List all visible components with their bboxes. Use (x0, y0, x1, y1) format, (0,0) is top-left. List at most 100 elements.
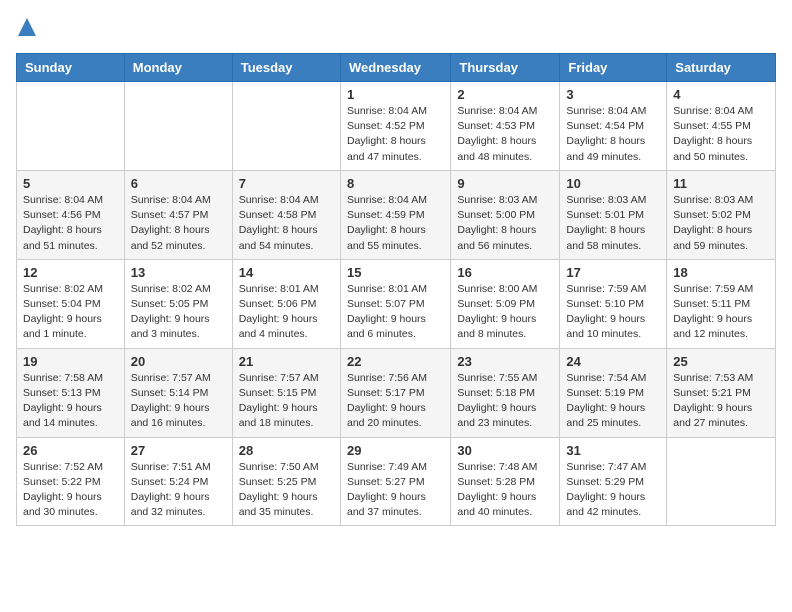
calendar-cell: 30Sunrise: 7:48 AM Sunset: 5:28 PM Dayli… (451, 437, 560, 526)
day-number: 28 (239, 443, 334, 458)
calendar-cell: 27 Sunrise: 7:51 AM Sunset: 5:24 PM Dayli… (124, 437, 232, 526)
calendar-cell: 20 Sunrise: 7:57 AM Sunset: 5:14 PM Dayli… (124, 348, 232, 437)
calendar-cell: 16 Sunrise: 8:00 AM Sunset: 5:09 PM Dayli… (451, 259, 560, 348)
day-info: Sunrise: 7:57 AM Sunset: 5:14 PM Dayligh… (131, 371, 226, 432)
day-number: 14 (239, 265, 334, 280)
calendar-cell: 23 Sunrise: 7:55 AM Sunset: 5:18 PM Dayli… (451, 348, 560, 437)
calendar-cell: 4 Sunrise: 8:04 AM Sunset: 4:55 PM Daylig… (667, 82, 776, 171)
day-number: 3 (566, 87, 660, 102)
calendar-cell: 10 Sunrise: 8:03 AM Sunset: 5:01 PM Dayli… (560, 170, 667, 259)
day-number: 22 (347, 354, 444, 369)
day-info: Sunrise: 8:04 AM Sunset: 4:55 PM Dayligh… (673, 104, 769, 165)
calendar-cell: 24 Sunrise: 7:54 AM Sunset: 5:19 PM Dayli… (560, 348, 667, 437)
day-number: 16 (457, 265, 553, 280)
day-info: Sunrise: 7:58 AM Sunset: 5:13 PM Dayligh… (23, 371, 118, 432)
calendar-cell: 6Sunrise: 8:04 AM Sunset: 4:57 PM Daylig… (124, 170, 232, 259)
day-number: 19 (23, 354, 118, 369)
calendar-cell: 29 Sunrise: 7:49 AM Sunset: 5:27 PM Dayli… (340, 437, 450, 526)
weekday-header: Tuesday (232, 54, 340, 82)
weekday-header: Saturday (667, 54, 776, 82)
day-info: Sunrise: 7:56 AM Sunset: 5:17 PM Dayligh… (347, 371, 444, 432)
logo-icon (18, 18, 36, 36)
day-info: Sunrise: 7:49 AM Sunset: 5:27 PM Dayligh… (347, 460, 444, 521)
day-info: Sunrise: 7:54 AM Sunset: 5:19 PM Dayligh… (566, 371, 660, 432)
weekday-header: Sunday (17, 54, 125, 82)
calendar-cell: 14 Sunrise: 8:01 AM Sunset: 5:06 PM Dayli… (232, 259, 340, 348)
day-info: Sunrise: 7:50 AM Sunset: 5:25 PM Dayligh… (239, 460, 334, 521)
day-number: 29 (347, 443, 444, 458)
calendar-cell: 1Sunrise: 8:04 AM Sunset: 4:52 PM Daylig… (340, 82, 450, 171)
calendar-cell: 21Sunrise: 7:57 AM Sunset: 5:15 PM Dayli… (232, 348, 340, 437)
page-header (16, 16, 776, 41)
calendar-cell (667, 437, 776, 526)
day-info: Sunrise: 7:59 AM Sunset: 5:10 PM Dayligh… (566, 282, 660, 343)
calendar-cell: 11 Sunrise: 8:03 AM Sunset: 5:02 PM Dayli… (667, 170, 776, 259)
calendar-cell (232, 82, 340, 171)
day-number: 4 (673, 87, 769, 102)
day-info: Sunrise: 8:03 AM Sunset: 5:01 PM Dayligh… (566, 193, 660, 254)
calendar-cell: 19 Sunrise: 7:58 AM Sunset: 5:13 PM Dayli… (17, 348, 125, 437)
day-info: Sunrise: 7:55 AM Sunset: 5:18 PM Dayligh… (457, 371, 553, 432)
day-info: Sunrise: 7:47 AM Sunset: 5:29 PM Dayligh… (566, 460, 660, 521)
day-info: Sunrise: 7:48 AM Sunset: 5:28 PM Dayligh… (457, 460, 553, 521)
day-number: 5 (23, 176, 118, 191)
calendar-week-row: 19 Sunrise: 7:58 AM Sunset: 5:13 PM Dayli… (17, 348, 776, 437)
day-info: Sunrise: 8:02 AM Sunset: 5:05 PM Dayligh… (131, 282, 226, 343)
day-number: 15 (347, 265, 444, 280)
day-number: 7 (239, 176, 334, 191)
weekday-header: Wednesday (340, 54, 450, 82)
day-info: Sunrise: 8:03 AM Sunset: 5:02 PM Dayligh… (673, 193, 769, 254)
day-number: 27 (131, 443, 226, 458)
weekday-header: Thursday (451, 54, 560, 82)
day-info: Sunrise: 8:04 AM Sunset: 4:56 PM Dayligh… (23, 193, 118, 254)
calendar-cell: 25 Sunrise: 7:53 AM Sunset: 5:21 PM Dayli… (667, 348, 776, 437)
day-number: 8 (347, 176, 444, 191)
day-number: 17 (566, 265, 660, 280)
day-number: 20 (131, 354, 226, 369)
day-info: Sunrise: 8:04 AM Sunset: 4:58 PM Dayligh… (239, 193, 334, 254)
day-number: 18 (673, 265, 769, 280)
calendar-cell (17, 82, 125, 171)
calendar-week-row: 26 Sunrise: 7:52 AM Sunset: 5:22 PM Dayli… (17, 437, 776, 526)
day-number: 1 (347, 87, 444, 102)
day-info: Sunrise: 8:00 AM Sunset: 5:09 PM Dayligh… (457, 282, 553, 343)
calendar-cell: 28 Sunrise: 7:50 AM Sunset: 5:25 PM Dayli… (232, 437, 340, 526)
calendar-cell: 13Sunrise: 8:02 AM Sunset: 5:05 PM Dayli… (124, 259, 232, 348)
day-number: 12 (23, 265, 118, 280)
day-number: 10 (566, 176, 660, 191)
day-number: 25 (673, 354, 769, 369)
day-info: Sunrise: 8:03 AM Sunset: 5:00 PM Dayligh… (457, 193, 553, 254)
day-number: 23 (457, 354, 553, 369)
calendar-cell: 17 Sunrise: 7:59 AM Sunset: 5:10 PM Dayli… (560, 259, 667, 348)
day-number: 2 (457, 87, 553, 102)
calendar-cell: 12Sunrise: 8:02 AM Sunset: 5:04 PM Dayli… (17, 259, 125, 348)
calendar-cell: 3Sunrise: 8:04 AM Sunset: 4:54 PM Daylig… (560, 82, 667, 171)
calendar-cell: 5 Sunrise: 8:04 AM Sunset: 4:56 PM Daylig… (17, 170, 125, 259)
calendar-cell: 18 Sunrise: 7:59 AM Sunset: 5:11 PM Dayli… (667, 259, 776, 348)
day-info: Sunrise: 7:57 AM Sunset: 5:15 PM Dayligh… (239, 371, 334, 432)
calendar-cell: 22 Sunrise: 7:56 AM Sunset: 5:17 PM Dayli… (340, 348, 450, 437)
calendar-cell: 7 Sunrise: 8:04 AM Sunset: 4:58 PM Daylig… (232, 170, 340, 259)
calendar-week-row: 1Sunrise: 8:04 AM Sunset: 4:52 PM Daylig… (17, 82, 776, 171)
calendar-cell: 31Sunrise: 7:47 AM Sunset: 5:29 PM Dayli… (560, 437, 667, 526)
weekday-header: Friday (560, 54, 667, 82)
day-number: 11 (673, 176, 769, 191)
day-info: Sunrise: 7:52 AM Sunset: 5:22 PM Dayligh… (23, 460, 118, 521)
calendar-body: 1Sunrise: 8:04 AM Sunset: 4:52 PM Daylig… (17, 82, 776, 526)
day-info: Sunrise: 7:51 AM Sunset: 5:24 PM Dayligh… (131, 460, 226, 521)
day-number: 24 (566, 354, 660, 369)
calendar-cell: 2Sunrise: 8:04 AM Sunset: 4:53 PM Daylig… (451, 82, 560, 171)
day-info: Sunrise: 8:01 AM Sunset: 5:06 PM Dayligh… (239, 282, 334, 343)
day-number: 26 (23, 443, 118, 458)
day-info: Sunrise: 8:01 AM Sunset: 5:07 PM Dayligh… (347, 282, 444, 343)
day-info: Sunrise: 7:59 AM Sunset: 5:11 PM Dayligh… (673, 282, 769, 343)
day-number: 9 (457, 176, 553, 191)
day-info: Sunrise: 8:04 AM Sunset: 4:59 PM Dayligh… (347, 193, 444, 254)
calendar-table: SundayMondayTuesdayWednesdayThursdayFrid… (16, 53, 776, 526)
calendar-cell: 9 Sunrise: 8:03 AM Sunset: 5:00 PM Daylig… (451, 170, 560, 259)
calendar-cell: 8 Sunrise: 8:04 AM Sunset: 4:59 PM Daylig… (340, 170, 450, 259)
weekday-header: Monday (124, 54, 232, 82)
day-info: Sunrise: 8:04 AM Sunset: 4:57 PM Dayligh… (131, 193, 226, 254)
day-info: Sunrise: 7:53 AM Sunset: 5:21 PM Dayligh… (673, 371, 769, 432)
calendar-cell: 15 Sunrise: 8:01 AM Sunset: 5:07 PM Dayli… (340, 259, 450, 348)
